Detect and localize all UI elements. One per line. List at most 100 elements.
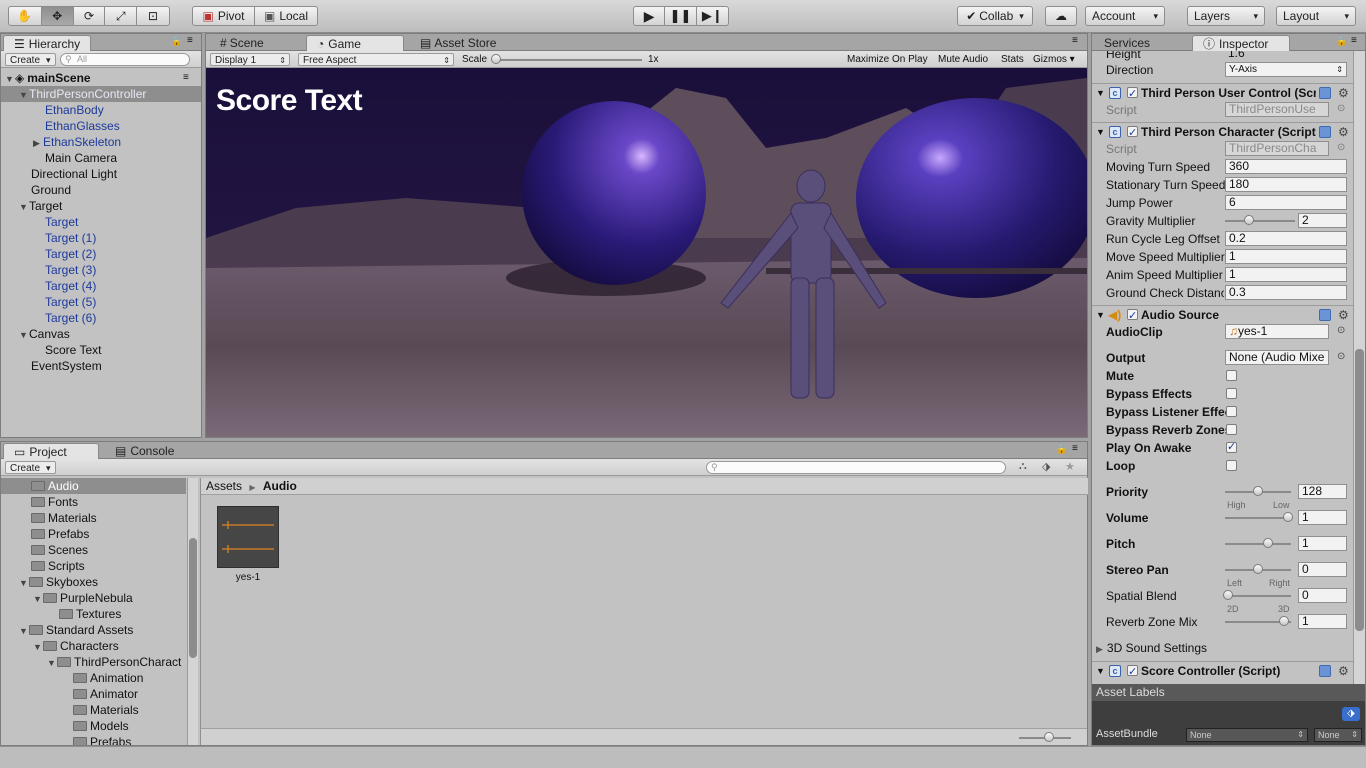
inspector-scrollbar-thumb[interactable] — [1355, 349, 1364, 631]
thumbnail-size-knob[interactable] — [1044, 732, 1054, 742]
component-enabled-checkbox[interactable] — [1127, 85, 1138, 103]
collab-dropdown[interactable]: ✔ Collab — [957, 6, 1033, 26]
reverb-zone-mix-knob[interactable] — [1279, 616, 1289, 626]
assetbundle-dropdown[interactable]: None ⇕ — [1186, 728, 1308, 742]
aspect-dropdown[interactable]: Free Aspect ⇕ — [298, 53, 454, 66]
folder-materials[interactable]: Materials — [31, 510, 97, 526]
anim-speed-multiplier-field[interactable]: 1 — [1225, 267, 1347, 282]
expand-icon[interactable]: ▼ — [33, 591, 43, 607]
run-cycle-leg-offset-field[interactable]: 0.2 — [1225, 231, 1347, 246]
audio-asset-thumbnail[interactable] — [217, 506, 279, 568]
assetbundle-variant-dropdown[interactable]: None ⇕ — [1314, 728, 1362, 742]
move-icon[interactable]: ✥ — [41, 7, 74, 25]
panel-menu-icon[interactable]: ≡ — [187, 35, 193, 46]
stats-toggle[interactable]: Stats — [1001, 54, 1024, 65]
loop-checkbox[interactable] — [1226, 460, 1237, 471]
pivot-button[interactable]: ▣ Pivot — [193, 7, 255, 25]
folder-prefabs[interactable]: Prefabs — [31, 526, 89, 542]
collapse-icon[interactable]: ▶ — [33, 135, 43, 151]
hierarchy-item-eventsystem[interactable]: EventSystem — [31, 358, 102, 374]
gravity-multiplier-field[interactable]: 2 — [1298, 213, 1347, 228]
stereo-pan-field[interactable]: 0 — [1298, 562, 1347, 577]
hierarchy-item-canvas[interactable]: ▼Canvas — [19, 326, 70, 342]
stereo-pan-knob[interactable] — [1253, 564, 1263, 574]
volume-slider[interactable] — [1225, 517, 1291, 519]
folder-characters[interactable]: ▼ Characters — [33, 638, 119, 654]
audioclip-field[interactable]: ♫yes-1 — [1225, 324, 1329, 339]
folder-materials-2[interactable]: Materials — [73, 702, 139, 718]
ground-check-distance-field[interactable]: 0.3 — [1225, 285, 1347, 300]
user-control-header[interactable]: ▼ c Third Person User Control (Scr ⚙ — [1092, 83, 1353, 103]
volume-knob[interactable] — [1283, 512, 1293, 522]
tab-scene[interactable]: # Scene — [210, 35, 274, 51]
play-on-awake-checkbox[interactable] — [1226, 440, 1237, 453]
hierarchy-item-score-text[interactable]: Score Text — [45, 342, 101, 358]
lock-icon[interactable]: 🔒 — [171, 36, 182, 47]
tab-services[interactable]: Services — [1094, 35, 1160, 51]
local-button[interactable]: ▣ Local — [255, 7, 317, 25]
expand-icon[interactable]: ▼ — [19, 327, 29, 343]
expand-icon[interactable]: ▼ — [47, 655, 57, 671]
account-dropdown[interactable]: Account — [1085, 6, 1165, 26]
lock-icon[interactable]: 🔒 — [1056, 444, 1067, 455]
help-book-icon[interactable] — [1319, 126, 1331, 138]
lock-icon[interactable]: 🔒 — [1336, 36, 1347, 47]
panel-menu-icon[interactable]: ≡ — [1072, 35, 1078, 46]
hierarchy-item-thirdpersoncontroller[interactable]: ▼ThirdPersonController — [1, 86, 201, 102]
step-button[interactable]: ▶❙ — [697, 7, 728, 25]
folder-purplenebula[interactable]: ▼ PurpleNebula — [33, 590, 133, 606]
hierarchy-item-target-3[interactable]: Target (3) — [45, 262, 96, 278]
hierarchy-item-target-1[interactable]: Target (1) — [45, 230, 96, 246]
panel-menu-icon[interactable]: ≡ — [1072, 443, 1078, 454]
mute-checkbox[interactable] — [1226, 370, 1237, 381]
component-enabled-checkbox[interactable] — [1127, 307, 1138, 325]
expand-icon[interactable]: ▼ — [19, 575, 29, 591]
pitch-slider[interactable] — [1225, 543, 1291, 545]
hierarchy-create-button[interactable]: Create — [5, 53, 56, 66]
scale-slider[interactable] — [492, 59, 642, 61]
label-tag-icon[interactable]: ⬗ — [1342, 707, 1360, 721]
project-search-input[interactable]: ⚲ — [706, 461, 1006, 474]
score-controller-header[interactable]: ▼ c Score Controller (Script) ⚙ — [1092, 661, 1353, 681]
hierarchy-item-main-camera[interactable]: Main Camera — [45, 150, 117, 166]
object-picker-icon[interactable]: ⊙ — [1337, 142, 1345, 153]
game-viewport[interactable]: Score Text — [206, 68, 1087, 437]
tree-scrollbar[interactable] — [187, 478, 198, 745]
scene-root[interactable]: ▼◈ mainScene ≡ — [1, 70, 201, 86]
folder-models[interactable]: Models — [73, 718, 129, 734]
scene-menu-icon[interactable]: ≡ — [183, 70, 189, 86]
panel-menu-icon[interactable]: ≡ — [1351, 35, 1357, 46]
tab-hierarchy[interactable]: ☰ Hierarchy — [3, 35, 92, 51]
layers-dropdown[interactable]: Layers — [1187, 6, 1265, 26]
expand-icon[interactable]: ▼ — [5, 71, 15, 87]
reverb-zone-mix-field[interactable]: 1 — [1298, 614, 1347, 629]
bypass-effects-checkbox[interactable] — [1226, 388, 1237, 399]
rotate-icon[interactable]: ⟳ — [74, 7, 106, 25]
cloud-button[interactable]: ☁ — [1045, 6, 1077, 26]
folder-fonts[interactable]: Fonts — [31, 494, 78, 510]
hierarchy-item-ethanskeleton[interactable]: ▶ EthanSkeleton — [33, 134, 121, 150]
3d-sound-settings-foldout[interactable]: ▶ 3D Sound Settings — [1096, 640, 1207, 656]
tab-project[interactable]: ▭ Project — [3, 443, 99, 459]
tab-inspector[interactable]: ⓘ Inspector — [1192, 35, 1290, 51]
bypass-listener-effects-checkbox[interactable] — [1226, 406, 1237, 417]
filter-type-icon[interactable]: ⛬ — [1019, 460, 1027, 473]
object-picker-icon[interactable]: ⊙ — [1337, 103, 1345, 114]
volume-field[interactable]: 1 — [1298, 510, 1347, 525]
pitch-knob[interactable] — [1263, 538, 1273, 548]
audio-asset-name[interactable]: yes-1 — [217, 572, 279, 583]
folder-scenes[interactable]: Scenes — [31, 542, 88, 558]
audio-source-header[interactable]: ▼ ◀) Audio Source ⚙ — [1092, 305, 1353, 325]
expand-icon[interactable]: ▼ — [19, 87, 29, 103]
expand-icon[interactable]: ▼ — [33, 639, 43, 655]
folder-audio[interactable]: Audio — [1, 478, 186, 494]
mute-audio-toggle[interactable]: Mute Audio — [938, 54, 988, 65]
direction-dropdown[interactable]: Y-Axis ⇕ — [1225, 62, 1347, 77]
character-header[interactable]: ▼ c Third Person Character (Script) ⚙ — [1092, 122, 1353, 142]
folder-animator[interactable]: Animator — [73, 686, 138, 702]
breadcrumb-audio[interactable]: Audio — [263, 479, 297, 493]
tab-asset-store[interactable]: ▤ Asset Store — [410, 35, 506, 51]
expand-icon[interactable]: ▼ — [1096, 123, 1105, 141]
expand-icon[interactable]: ▼ — [19, 623, 29, 639]
tree-scrollbar-thumb[interactable] — [189, 538, 197, 658]
